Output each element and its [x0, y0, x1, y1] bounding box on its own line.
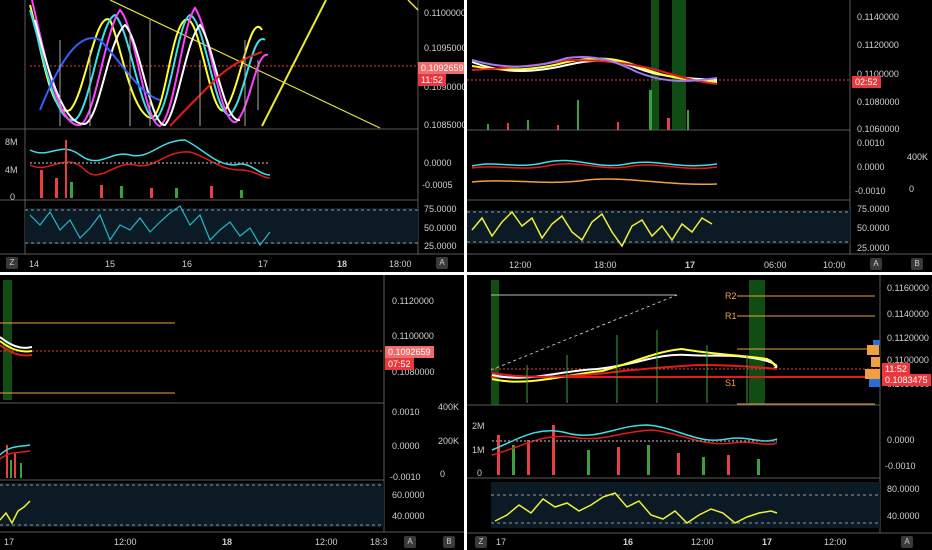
countdown-tag: 02:52 — [852, 76, 881, 88]
time-tick: 06:00 — [764, 260, 787, 270]
auto-scale-button[interactable]: A — [870, 258, 882, 270]
time-tick: 17 — [685, 260, 696, 270]
volume-tick: 200K — [438, 436, 460, 446]
time-tick: 17 — [496, 537, 507, 547]
countdown-tag: 07:52 — [385, 358, 414, 370]
macd-tick: -0.0010 — [885, 461, 916, 471]
scale-mode-button[interactable]: Z — [6, 257, 18, 269]
rsi-tick: 50.0000 — [424, 223, 457, 233]
time-tick: 18:00 — [594, 260, 617, 270]
pane-splitter-vertical[interactable] — [464, 0, 467, 550]
macd-tick: 0.0000 — [392, 441, 420, 451]
macd-tick: 0.0000 — [887, 435, 915, 445]
volume-tick: 1M — [472, 445, 485, 455]
volume-tick: 4M — [5, 165, 18, 175]
price-tick: 0.1100000 — [424, 8, 464, 18]
rsi-tick: 40.0000 — [887, 511, 920, 521]
time-tick: 15 — [105, 259, 116, 269]
volume-tick: 0 — [440, 469, 446, 479]
volume-tick: 0 — [909, 184, 915, 194]
bottom-right-plot — [467, 275, 932, 534]
time-tick: 12:00 — [509, 260, 532, 270]
price-tick: 0.1120000 — [857, 40, 899, 50]
chart-pane-top-left[interactable]: 0.1100000 0.1095000 0.1090000 0.1085000 … — [0, 0, 464, 272]
time-tick: 12:00 — [824, 537, 847, 547]
price-tick: 0.1085000 — [424, 120, 464, 130]
volume-tick: 400K — [438, 402, 460, 412]
macd-tick: 0.0010 — [392, 407, 420, 417]
top-left-plot — [0, 0, 464, 255]
time-tick: 12:00 — [315, 537, 338, 547]
time-tick: 18:3 — [370, 537, 388, 547]
volume-tick: 8M — [5, 137, 18, 147]
time-tick: 17 — [4, 537, 15, 547]
b-button[interactable]: B — [443, 536, 455, 548]
price-tick: 0.1100000 — [392, 331, 434, 341]
volume-tick: 2M — [472, 421, 485, 431]
last-price-tag: 0.1092659 — [385, 346, 434, 358]
time-tick: 12:00 — [691, 537, 714, 547]
price-tick: 0.1060000 — [857, 124, 900, 134]
time-tick: 18 — [222, 537, 233, 547]
rsi-tick: 80.0000 — [887, 484, 920, 494]
price-tick: 0.1140000 — [887, 309, 929, 319]
rsi-tick: 75.0000 — [857, 204, 890, 214]
macd-tick: -0.0005 — [422, 180, 453, 190]
price-tick: 0.1120000 — [887, 333, 929, 343]
auto-scale-button[interactable]: A — [436, 257, 448, 269]
price-tick: 0.1160000 — [887, 283, 929, 293]
macd-tick: 0.0010 — [857, 138, 885, 148]
macd-tick: 0.0000 — [424, 158, 452, 168]
rsi-tick: 75.0000 — [424, 204, 457, 214]
last-price-tag: 0.1083475 — [882, 374, 931, 386]
time-tick: 14 — [29, 259, 40, 269]
time-tick: 16 — [623, 537, 634, 547]
level-r2: R2 — [725, 291, 737, 301]
countdown-tag: 11:52 — [418, 74, 446, 86]
chart-pane-top-right[interactable]: 0.1140000 0.1120000 0.1100000 0.1080000 … — [467, 0, 932, 272]
last-price-tag: 0.1092659 — [418, 62, 464, 74]
macd-tick: -0.0010 — [390, 472, 421, 482]
time-tick: 17 — [762, 537, 773, 547]
rsi-tick: 60.0000 — [392, 490, 425, 500]
volume-tick: 0 — [10, 192, 16, 202]
price-tick: 0.1120000 — [392, 296, 434, 306]
price-tick: 0.1140000 — [857, 12, 899, 22]
time-tick: 18 — [337, 259, 348, 269]
rsi-tick: 25.0000 — [857, 243, 890, 253]
level-r1: R1 — [725, 311, 737, 321]
time-tick: 12:00 — [114, 537, 137, 547]
scale-mode-button[interactable]: Z — [475, 536, 487, 548]
auto-scale-button[interactable]: A — [901, 536, 913, 548]
time-tick: 18:00 — [389, 259, 412, 269]
rsi-tick: 25.0000 — [424, 241, 457, 251]
time-tick: 16 — [182, 259, 193, 269]
b-button[interactable]: B — [911, 258, 923, 270]
price-tick: 0.1080000 — [857, 97, 900, 107]
rsi-tick: 40.0000 — [392, 511, 425, 521]
rsi-tick: 50.0000 — [857, 223, 890, 233]
macd-tick: 0.0000 — [857, 162, 885, 172]
level-s1: S1 — [725, 378, 737, 388]
macd-tick: -0.0010 — [855, 186, 886, 196]
volume-tick: 0 — [477, 468, 483, 478]
time-tick: 17 — [258, 259, 269, 269]
volume-tick: 400K — [907, 152, 929, 162]
auto-scale-button[interactable]: A — [404, 536, 416, 548]
time-tick: 10:00 — [823, 260, 846, 270]
chart-pane-bottom-left[interactable]: 0.1120000 0.1100000 0.1080000 0.1092659 … — [0, 275, 464, 550]
pane-splitter-horizontal[interactable] — [0, 272, 932, 275]
chart-pane-bottom-right[interactable]: 0.1160000 0.1140000 0.1120000 0.1100000 … — [467, 275, 932, 550]
price-tick: 0.1095000 — [424, 43, 464, 53]
